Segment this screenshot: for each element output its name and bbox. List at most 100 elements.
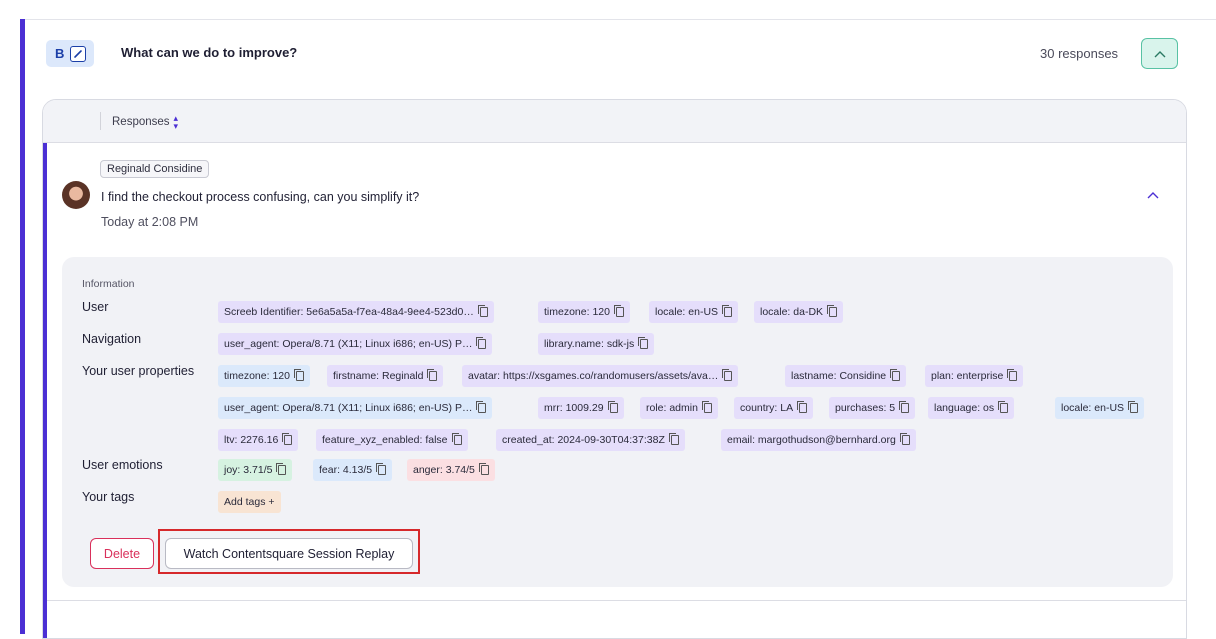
user-chip[interactable]: Screeb Identifier: 5e6a5a5a-f7ea-48a4-9e… [218, 301, 494, 323]
collapse-question-button[interactable] [1141, 38, 1178, 69]
delete-button[interactable]: Delete [90, 538, 154, 569]
chevron-up-icon [1154, 50, 1165, 57]
chip-text: language: os [934, 402, 995, 414]
chip-text: fear: 4.13/5 [319, 464, 373, 476]
navigation-label: Navigation [82, 332, 142, 346]
user-chip[interactable]: locale: en-US [649, 301, 739, 323]
copy-icon[interactable] [998, 401, 1009, 413]
property-chip[interactable]: lastname: Considine [785, 365, 907, 387]
chip-text: email: margothudson@bernhard.org [727, 434, 896, 446]
copy-icon[interactable] [827, 305, 838, 317]
collapse-response-button[interactable] [1147, 186, 1159, 204]
your-tags-label: Your tags [82, 490, 135, 504]
emotion-chip-anger[interactable]: anger: 3.74/5 [407, 459, 495, 481]
watch-session-replay-button[interactable]: Watch Contentsquare Session Replay [165, 538, 413, 569]
chip-text: country: LA [740, 402, 794, 414]
response-timestamp: Today at 2:08 PM [101, 215, 199, 229]
chip-text: Screeb Identifier: 5e6a5a5a-f7ea-48a4-9e… [224, 306, 474, 318]
copy-icon[interactable] [276, 463, 287, 475]
property-chip[interactable]: plan: enterprise [925, 365, 1024, 387]
property-chip[interactable]: country: LA [734, 397, 814, 419]
chip-text: library.name: sdk-js [544, 338, 635, 350]
copy-icon[interactable] [1128, 401, 1139, 413]
navigation-chip[interactable]: library.name: sdk-js [538, 333, 655, 355]
property-chip[interactable]: created_at: 2024-09-30T04:37:38Z [496, 429, 685, 451]
copy-icon[interactable] [638, 337, 649, 349]
chip-text: locale: en-US [655, 306, 719, 318]
chip-text: mrr: 1009.29 [544, 402, 604, 414]
chip-text: role: admin [646, 402, 698, 414]
property-chip[interactable]: role: admin [640, 397, 718, 419]
response-accent-bar [43, 143, 47, 638]
responses-panel: Responses ▴ ▾ Reginald Considine I find t… [42, 99, 1187, 639]
chip-text: plan: enterprise [931, 370, 1004, 382]
copy-icon[interactable] [668, 433, 679, 445]
copy-icon[interactable] [427, 369, 438, 381]
sort-icon[interactable]: ▴ ▾ [174, 114, 179, 131]
user-properties-label: Your user properties [82, 364, 195, 378]
chip-text: locale: da-DK [760, 306, 824, 318]
chip-text: user_agent: Opera/8.71 (X11; Linux i686;… [224, 338, 473, 350]
user-chip[interactable]: locale: da-DK [754, 301, 844, 323]
information-title: Information [82, 278, 135, 290]
copy-icon[interactable] [477, 305, 488, 317]
emotion-chip-fear[interactable]: fear: 4.13/5 [313, 459, 393, 481]
question-accent-bar [20, 19, 25, 634]
copy-icon[interactable] [1007, 369, 1018, 381]
chip-text: anger: 3.74/5 [413, 464, 475, 476]
user-emotions-label: User emotions [82, 458, 163, 472]
copy-icon[interactable] [293, 369, 304, 381]
chevron-up-icon [1147, 192, 1159, 199]
property-chip[interactable]: email: margothudson@bernhard.org [721, 429, 916, 451]
copy-icon[interactable] [722, 369, 733, 381]
chip-text: lastname: Considine [791, 370, 887, 382]
question-type-badge: B [46, 40, 94, 67]
copy-icon[interactable] [476, 401, 487, 413]
user-chip[interactable]: timezone: 120 [538, 301, 630, 323]
copy-icon[interactable] [282, 433, 293, 445]
property-chip[interactable]: ltv: 2276.16 [218, 429, 299, 451]
copy-icon[interactable] [478, 463, 489, 475]
user-label: User [82, 300, 109, 314]
chip-text: joy: 3.71/5 [224, 464, 273, 476]
chip-text: user_agent: Opera/8.71 (X11; Linux i686;… [224, 402, 473, 414]
copy-icon[interactable] [701, 401, 712, 413]
chip-text: locale: en-US [1061, 402, 1125, 414]
emotion-chip-joy[interactable]: joy: 3.71/5 [218, 459, 293, 481]
copy-icon[interactable] [797, 401, 808, 413]
property-chip[interactable]: firstname: Reginald [327, 365, 444, 387]
property-chip[interactable]: purchases: 5 [829, 397, 916, 419]
copy-icon[interactable] [890, 369, 901, 381]
copy-icon[interactable] [376, 463, 387, 475]
chip-text: purchases: 5 [835, 402, 896, 414]
information-box: Information User Navigation Your user pr… [62, 257, 1173, 587]
property-chip[interactable]: timezone: 120 [218, 365, 310, 387]
copy-icon[interactable] [451, 433, 462, 445]
chip-text: timezone: 120 [224, 370, 290, 382]
copy-icon[interactable] [899, 433, 910, 445]
navigation-chip[interactable]: user_agent: Opera/8.71 (X11; Linux i686;… [218, 333, 493, 355]
edit-icon [70, 45, 87, 62]
property-chip[interactable]: mrr: 1009.29 [538, 397, 624, 419]
copy-icon[interactable] [613, 305, 624, 317]
avatar [62, 181, 90, 209]
chip-text: avatar: https://xsgames.co/randomusers/a… [468, 370, 719, 382]
copy-icon[interactable] [476, 337, 487, 349]
chip-text: firstname: Reginald [333, 370, 424, 382]
property-chip[interactable]: feature_xyz_enabled: false [316, 429, 468, 451]
response-count: 30 responses [1040, 46, 1119, 61]
copy-icon[interactable] [607, 401, 618, 413]
copy-icon[interactable] [722, 305, 733, 317]
response-text: I find the checkout process confusing, c… [101, 190, 420, 204]
question-title: What can we do to improve? [121, 45, 298, 60]
property-chip[interactable]: avatar: https://xsgames.co/randomusers/a… [462, 365, 739, 387]
responses-sort-header[interactable]: Responses ▴ ▾ [112, 114, 179, 131]
responses-column-label: Responses [112, 116, 170, 128]
property-chip[interactable]: locale: en-US [1055, 397, 1145, 419]
chip-text: ltv: 2276.16 [224, 434, 279, 446]
response-divider [47, 600, 1186, 601]
add-tags-button[interactable]: Add tags + [218, 491, 281, 513]
property-chip[interactable]: language: os [928, 397, 1015, 419]
property-chip[interactable]: user_agent: Opera/8.71 (X11; Linux i686;… [218, 397, 493, 419]
copy-icon[interactable] [899, 401, 910, 413]
